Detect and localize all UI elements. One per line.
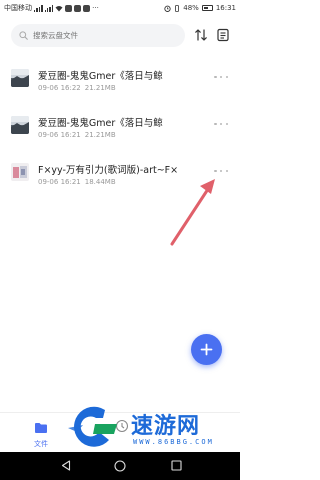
video-thumbnail (11, 69, 29, 87)
recents-icon[interactable] (171, 460, 182, 471)
plus-icon (200, 343, 213, 356)
file-meta: 09-06 16:21 18.44MB (38, 178, 116, 186)
list-icon[interactable] (216, 28, 230, 42)
wifi-icon (55, 5, 63, 11)
video-thumbnail (11, 163, 29, 181)
file-size: 21.21MB (84, 84, 116, 92)
file-size: 18.44MB (84, 178, 116, 186)
watermark-url: WWW.86BBG.COM (133, 438, 214, 446)
file-row[interactable]: 爱豆圈-鬼鬼Gmer《落日与鲸 09-06 16:22 21.21MB (0, 66, 240, 106)
more-notifications-icon: ··· (92, 4, 99, 12)
signal-icon (34, 4, 43, 12)
app-notification-icon (74, 4, 82, 12)
carrier-label: 中国移动 (4, 4, 32, 12)
home-icon[interactable] (114, 460, 126, 472)
file-row[interactable]: 爱豆圈-鬼鬼Gmer《落日与鲸 09-06 16:21 21.21MB (0, 113, 240, 153)
search-icon (19, 31, 28, 40)
vibrate-icon (175, 4, 180, 12)
file-meta: 09-06 16:22 21.21MB (38, 84, 116, 92)
app-notification-icon (83, 4, 91, 12)
battery-percent: 48% (183, 4, 199, 12)
alarm-icon (164, 5, 171, 12)
back-icon[interactable] (61, 460, 71, 471)
status-bar: 中国移动 ··· 48% 16:31 (0, 0, 240, 16)
search-input[interactable] (33, 31, 173, 40)
battery-icon (201, 5, 213, 11)
file-name: F×yy-万有引力(歌词版)-art~F× (38, 165, 179, 176)
annotation-arrow (170, 179, 215, 246)
tab-files-label: 文件 (34, 440, 48, 448)
file-date: 09-06 16:21 (38, 178, 81, 186)
file-size: 21.21MB (84, 131, 116, 139)
file-meta: 09-06 16:21 21.21MB (38, 131, 116, 139)
watermark-title: 速游网 (131, 414, 201, 439)
file-name: 爱豆圈-鬼鬼Gmer《落日与鲸 (38, 71, 163, 82)
add-button[interactable] (191, 334, 222, 365)
video-thumbnail (11, 116, 29, 134)
more-icon[interactable] (214, 119, 228, 129)
file-date: 09-06 16:22 (38, 84, 81, 92)
signal-icon-2 (44, 4, 54, 12)
watermark-logo-icon (68, 406, 117, 447)
clock: 16:31 (215, 4, 236, 12)
more-icon[interactable] (214, 72, 228, 82)
site-watermark: 速游网 WWW.86BBG.COM (65, 406, 235, 454)
file-date: 09-06 16:21 (38, 131, 81, 139)
search-bar[interactable] (11, 24, 185, 47)
tab-files[interactable]: 文件 (26, 419, 56, 449)
app-notification-icon (65, 4, 73, 12)
system-nav-bar (0, 452, 240, 480)
file-name: 爱豆圈-鬼鬼Gmer《落日与鲸 (38, 118, 163, 129)
sort-icon[interactable] (194, 28, 208, 42)
folder-icon (35, 423, 47, 433)
more-icon[interactable] (214, 166, 228, 176)
